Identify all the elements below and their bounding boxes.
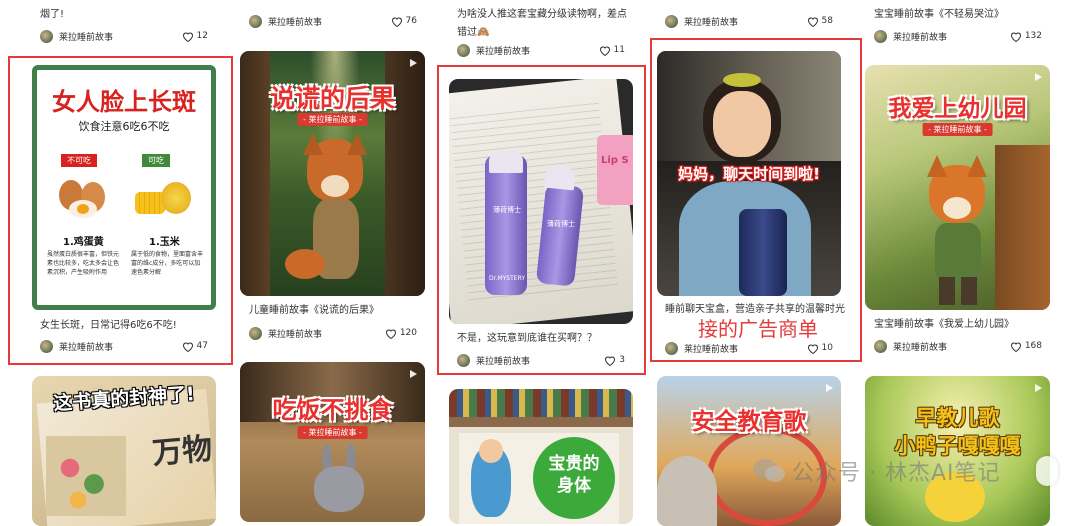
avatar[interactable] [40, 29, 53, 43]
note-title[interactable]: 为啥没人推这套宝藏分级读物啊，差点错过🙈 [457, 6, 627, 42]
like-button[interactable]: 76 [391, 16, 417, 27]
fox-illustration [917, 155, 997, 309]
watermark-text: 公众号 · 林杰AI笔记 [792, 461, 1001, 486]
watermark: 公众号 · 林杰AI笔记 [752, 452, 1001, 490]
note-meta: 莱拉睡前故事 168 [874, 339, 1042, 353]
like-button[interactable]: 58 [807, 16, 833, 27]
video-play-icon [1035, 384, 1042, 392]
note-meta: 莱拉睡前故事 76 [249, 14, 417, 28]
like-button[interactable]: 12 [182, 31, 208, 42]
cover-tag: - 莱拉睡前故事 - [922, 123, 993, 136]
like-count: 12 [196, 31, 208, 41]
video-play-icon [826, 384, 833, 392]
note-title[interactable]: 宝宝睡前故事《我爱上幼儿园》 [874, 316, 1049, 334]
like-count: 58 [821, 16, 833, 26]
note-cover-kindergarten[interactable]: 我爱上幼儿园 - 莱拉睡前故事 - [865, 65, 1050, 310]
cover-headline: 说谎的后果 [269, 84, 395, 113]
note-meta: 莱拉睡前故事 12 [40, 29, 208, 43]
highlight-box [8, 56, 233, 365]
note-cover-body[interactable]: 宝贵的身体 [449, 389, 633, 524]
like-count: 120 [399, 328, 417, 338]
heart-icon [182, 32, 193, 42]
cover-headline: 我爱上幼儿园 [888, 96, 1027, 122]
highlight-box [437, 65, 646, 375]
note-meta: 莱拉睡前故事 120 [249, 326, 417, 340]
avatar[interactable] [457, 43, 470, 57]
annotation-label: 接的广告商单 [698, 317, 818, 341]
author-name[interactable]: 莱拉睡前故事 [268, 327, 385, 340]
note-cover-duck[interactable]: 早教儿歌 小鸭子嘎嘎嘎 [865, 376, 1050, 526]
heart-icon [385, 329, 396, 339]
avatar[interactable] [874, 339, 887, 353]
avatar[interactable] [249, 14, 262, 28]
like-button[interactable]: 11 [599, 45, 625, 56]
scroll-top-button[interactable] [1036, 456, 1058, 486]
heart-icon [1010, 342, 1021, 352]
video-play-icon [410, 370, 417, 378]
avatar[interactable] [665, 14, 678, 28]
author-name[interactable]: 莱拉睡前故事 [893, 30, 1010, 43]
like-button[interactable]: 132 [1010, 31, 1042, 42]
cover-tag: - 莱拉睡前故事 - [297, 426, 368, 439]
note-cover-safety[interactable]: 安全教育歌 [657, 376, 841, 526]
note-cover-book[interactable]: 万物 这书真的封神了! [32, 376, 216, 526]
author-name[interactable]: 莱拉睡前故事 [684, 15, 807, 28]
author-name[interactable]: 莱拉睡前故事 [268, 15, 391, 28]
cover-headline: 宝贵的身体 [548, 454, 600, 496]
wechat-icon [753, 459, 785, 482]
note-meta: 莱拉睡前故事 58 [665, 14, 833, 28]
heart-icon [391, 17, 402, 27]
note-title[interactable]: 烟了! [40, 6, 210, 24]
author-name[interactable]: 莱拉睡前故事 [476, 44, 599, 57]
like-count: 76 [405, 16, 417, 26]
heart-icon [599, 46, 610, 56]
cover-headline: 安全教育歌 [691, 409, 807, 435]
cover-headline: 吃饭不挑食 [272, 396, 393, 424]
rabbit-illustration [310, 444, 370, 514]
like-count: 168 [1024, 341, 1042, 351]
note-title[interactable]: 宝宝睡前故事《不轻易哭泣》 [874, 6, 1054, 24]
note-cover-eat[interactable]: 吃饭不挑食 - 莱拉睡前故事 - [240, 362, 425, 522]
heart-icon [807, 17, 818, 27]
note-meta: 莱拉睡前故事 132 [874, 29, 1042, 43]
cover-tag: - 莱拉睡前故事 - [297, 113, 368, 126]
like-count: 11 [613, 45, 625, 55]
note-meta: 莱拉睡前故事 11 [457, 43, 625, 57]
like-button[interactable]: 168 [1010, 341, 1042, 352]
heart-icon [1010, 32, 1021, 42]
author-name[interactable]: 莱拉睡前故事 [59, 30, 182, 43]
author-name[interactable]: 莱拉睡前故事 [893, 340, 1010, 353]
cover-headline-1: 早教儿歌 [915, 406, 1000, 430]
video-play-icon [1035, 73, 1042, 81]
avatar[interactable] [249, 326, 262, 340]
video-play-icon [410, 59, 417, 67]
book-title: 万物 [150, 431, 214, 472]
like-count: 132 [1024, 31, 1042, 41]
note-cover-lie[interactable]: 说谎的后果 - 莱拉睡前故事 - [240, 51, 425, 296]
note-title[interactable]: 儿童睡前故事《说谎的后果》 [249, 302, 424, 320]
avatar[interactable] [874, 29, 887, 43]
fox-illustration [285, 133, 375, 289]
like-button[interactable]: 120 [385, 328, 417, 339]
